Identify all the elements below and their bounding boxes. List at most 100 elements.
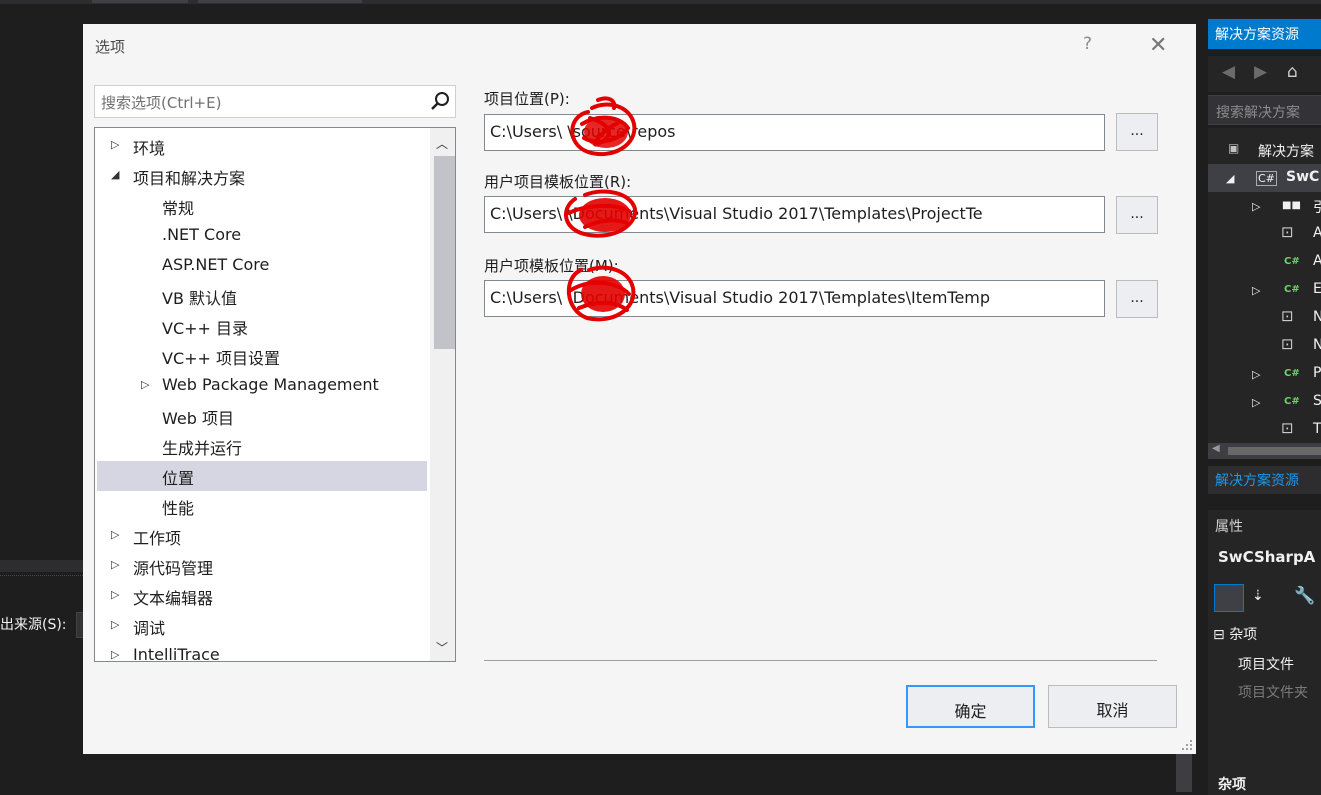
tree-row[interactable]: ▷ C# S xyxy=(1208,388,1321,416)
collapsed-arrow-icon[interactable]: ▷ xyxy=(111,618,119,631)
item-template-location-browse-button[interactable]: ... xyxy=(1116,280,1158,318)
collapsed-arrow-icon: ▷ xyxy=(1252,396,1261,409)
tree-row[interactable]: C# A xyxy=(1208,248,1321,276)
options-dialog: 选项 ? ✕ 搜索选项(Ctrl+E) ▷ 环境 ◢ 项目和解决方案 常规 .NET Co… xyxy=(83,24,1196,754)
tree-item[interactable]: 生成并运行 xyxy=(97,431,427,461)
tree-item-label: Web 项目 xyxy=(162,409,234,428)
tree-item-label: 工作项 xyxy=(133,529,182,548)
tree-item[interactable]: VB 默认值 xyxy=(97,281,427,311)
categorized-icon[interactable] xyxy=(1214,584,1244,612)
redaction-scribble xyxy=(564,189,638,238)
options-tree: ▷ 环境 ◢ 项目和解决方案常规 .NET Core ASP.NET Core VB 默认值… xyxy=(94,127,456,662)
toolbar-combo[interactable] xyxy=(198,0,362,3)
tree-item[interactable]: .NET Core xyxy=(97,221,427,251)
wrench-icon[interactable]: 🔧 xyxy=(1294,586,1318,606)
collapsed-arrow-icon[interactable]: ▷ xyxy=(111,588,119,601)
tree-item[interactable]: ▷ IntelliTrace xyxy=(97,641,427,661)
tree-row[interactable]: ⊡ N xyxy=(1208,304,1321,332)
redaction-scribble xyxy=(566,265,636,322)
collapsed-arrow-icon[interactable]: ▷ xyxy=(141,378,149,391)
image-file-icon: ⊡ xyxy=(1281,419,1294,437)
prop-row[interactable]: 项目文件 xyxy=(1238,654,1321,674)
tree-item-label: 源代码管理 xyxy=(133,559,214,578)
tree-item[interactable]: ▷ Web Package Management xyxy=(97,371,427,401)
tree-item[interactable]: 性能 xyxy=(97,491,427,521)
home-icon[interactable]: ⌂ xyxy=(1287,62,1298,82)
csharp-file-icon: C# xyxy=(1284,284,1300,295)
tree-row[interactable]: ⊡ N xyxy=(1208,332,1321,360)
close-button[interactable]: ✕ xyxy=(1149,33,1167,58)
solution-explorer-tab[interactable]: 解决方案资源 xyxy=(1208,466,1321,494)
tree-row[interactable]: ▷ C# P xyxy=(1208,360,1321,388)
scroll-thumb[interactable] xyxy=(1228,447,1321,455)
tree-item[interactable]: ASP.NET Core xyxy=(97,251,427,281)
tree-item-label: VC++ 目录 xyxy=(162,319,249,338)
search-icon[interactable] xyxy=(429,89,451,113)
solution-explorer-toolbar: ◀ ▶ ⌂ xyxy=(1208,56,1321,92)
tree-item-label: ASP.NET Core xyxy=(162,255,270,274)
resize-grip-icon[interactable] xyxy=(1181,739,1193,751)
prop-row[interactable]: 项目文件夹 xyxy=(1238,682,1321,702)
tree-item-label: Web Package Management xyxy=(162,375,379,394)
csharp-file-icon: C# xyxy=(1284,368,1300,379)
image-file-icon: ⊡ xyxy=(1281,223,1294,241)
tree-row[interactable]: ⊡ A xyxy=(1208,220,1321,248)
collapsed-arrow-icon[interactable]: ▷ xyxy=(111,558,119,571)
properties-object: SwCSharpA xyxy=(1218,548,1316,566)
collapsed-arrow-icon[interactable]: ▷ xyxy=(111,138,119,151)
solution-search-input[interactable]: 搜索解决方案 xyxy=(1208,95,1321,125)
tree-item[interactable]: ◢ 项目和解决方案 xyxy=(97,161,427,191)
tree-item-label: .NET Core xyxy=(162,225,242,244)
tree-item[interactable]: ▷ 源代码管理 xyxy=(97,551,427,581)
tree-item[interactable]: ▷ 文本编辑器 xyxy=(97,581,427,611)
project-location-browse-button[interactable]: ... xyxy=(1116,113,1158,151)
tree-item[interactable]: VC++ 目录 xyxy=(97,311,427,341)
scroll-down-icon[interactable]: ﹀ xyxy=(436,639,448,656)
help-button[interactable]: ? xyxy=(1083,34,1092,54)
properties-title: 属性 xyxy=(1215,519,1243,535)
ok-button[interactable]: 确定 xyxy=(906,685,1035,728)
solution-explorer-title: 解决方案资源 xyxy=(1208,19,1321,49)
tree-item[interactable]: VC++ 项目设置 xyxy=(97,341,427,371)
tree-item-label: 性能 xyxy=(162,499,195,518)
collapse-icon: ⊟ xyxy=(1213,627,1230,643)
category-header[interactable]: ⊟ 杂项 xyxy=(1213,624,1321,644)
solution-tree: ▣ 解决方案 ◢ C# SwC ▷ ■■ 引 ⊡ A C# A ▷ C# E ⊡ N ⊡ N ▷… xyxy=(1208,128,1321,443)
expanded-arrow-icon[interactable]: ◢ xyxy=(111,168,119,181)
output-panel-divider xyxy=(0,575,83,583)
solution-hscrollbar[interactable]: ◀ xyxy=(1208,443,1321,459)
collapsed-arrow-icon: ▷ xyxy=(1252,200,1261,213)
image-file-icon: ⊡ xyxy=(1281,335,1294,353)
tree-row[interactable]: ▷ ■■ 引 xyxy=(1208,192,1321,220)
collapsed-arrow-icon[interactable]: ▷ xyxy=(111,528,119,541)
editor-scrollbar[interactable] xyxy=(1176,752,1192,792)
tree-item-label: 文本编辑器 xyxy=(133,589,214,608)
options-search-input[interactable]: 搜索选项(Ctrl+E) xyxy=(94,85,456,118)
csharp-file-icon: C# xyxy=(1284,256,1300,267)
output-panel-header xyxy=(0,560,83,572)
tree-item[interactable]: ▷ 环境 xyxy=(97,131,427,161)
forward-icon[interactable]: ▶ xyxy=(1254,62,1267,82)
tree-item[interactable]: 常规 xyxy=(97,191,427,221)
prop-description-title: 杂项 xyxy=(1218,777,1246,793)
toolbar-combo[interactable] xyxy=(92,0,188,3)
project-template-location-browse-button[interactable]: ... xyxy=(1116,196,1158,234)
tree-item[interactable]: ▷ 调试 xyxy=(97,611,427,641)
tree-scrollbar[interactable]: ︿ ﹀ xyxy=(430,128,455,661)
scroll-thumb[interactable] xyxy=(434,156,455,349)
alphabetical-icon[interactable]: ⇣ xyxy=(1252,588,1276,604)
scroll-left-icon[interactable]: ◀ xyxy=(1212,443,1220,454)
project-node[interactable]: ◢ C# SwC xyxy=(1208,164,1321,192)
csharp-project-icon: C# xyxy=(1256,171,1277,186)
tree-item[interactable]: Web 项目 xyxy=(97,401,427,431)
solution-node[interactable]: ▣ 解决方案 xyxy=(1208,136,1321,164)
tree-item[interactable]: ▷ 工作项 xyxy=(97,521,427,551)
tree-row[interactable]: ⊡ T xyxy=(1208,416,1321,443)
back-icon[interactable]: ◀ xyxy=(1222,62,1235,82)
tree-item-label: 项目和解决方案 xyxy=(133,169,246,188)
collapsed-arrow-icon[interactable]: ▷ xyxy=(111,648,119,661)
scroll-up-icon[interactable]: ︿ xyxy=(436,135,448,152)
cancel-button[interactable]: 取消 xyxy=(1048,685,1177,728)
tree-item[interactable]: 位置 xyxy=(97,461,427,491)
tree-row[interactable]: ▷ C# E xyxy=(1208,276,1321,304)
